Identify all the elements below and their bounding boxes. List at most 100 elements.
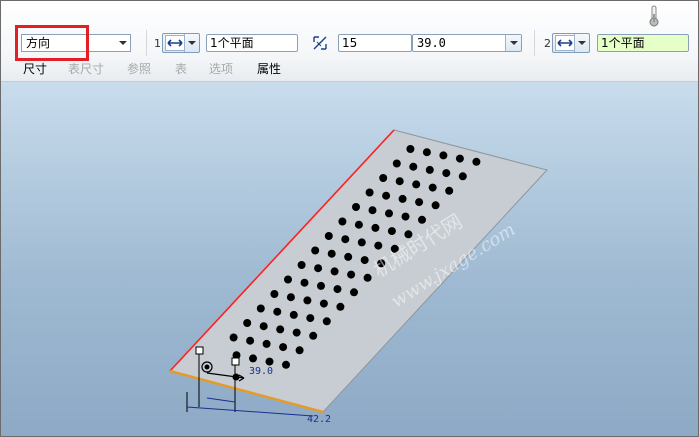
- hole: [336, 302, 345, 311]
- hole: [354, 220, 363, 229]
- hole: [357, 238, 366, 247]
- flip-direction-icon[interactable]: [311, 34, 329, 52]
- instance-count-field[interactable]: 15: [338, 34, 412, 52]
- direction-arrows-icon: [165, 35, 185, 51]
- hole: [297, 261, 306, 269]
- hole: [385, 209, 393, 218]
- drag-handle[interactable]: [195, 346, 204, 355]
- hole: [306, 314, 315, 323]
- hole: [256, 304, 265, 313]
- hole: [286, 293, 295, 302]
- hole: [289, 310, 298, 319]
- hole: [327, 249, 336, 258]
- drag-handle[interactable]: [231, 357, 240, 366]
- hole: [439, 151, 448, 160]
- divider: [146, 30, 147, 56]
- direction1-reference-value: 1个平面: [210, 36, 254, 50]
- divider: [534, 30, 535, 56]
- tab-table-dimensions[interactable]: 表尺寸: [68, 61, 104, 77]
- hole: [442, 169, 451, 178]
- tab-references[interactable]: 参照: [127, 61, 151, 77]
- hole: [282, 360, 290, 369]
- hole: [284, 275, 292, 284]
- hole: [445, 186, 454, 195]
- tab-table[interactable]: 表: [175, 61, 187, 77]
- hole: [382, 191, 391, 200]
- direction1-reference-field[interactable]: 1个平面: [206, 34, 298, 52]
- hole: [425, 165, 434, 174]
- hole: [379, 174, 388, 182]
- hole: [418, 215, 426, 224]
- hole: [401, 212, 410, 221]
- spacing-value: 39.0: [417, 36, 446, 50]
- hole: [341, 235, 350, 244]
- hole: [292, 328, 301, 337]
- hole: [392, 159, 401, 168]
- app-window: 方向 1 1个平面 15 39.0 2 1个平面 尺寸 表尺寸 参照 表 选项 …: [0, 0, 699, 437]
- hole: [387, 227, 396, 236]
- hole: [398, 194, 407, 203]
- hole: [229, 333, 238, 342]
- hole: [458, 172, 467, 181]
- chevron-down-icon[interactable]: [184, 34, 199, 52]
- hole: [374, 241, 383, 250]
- hole: [363, 273, 372, 282]
- pattern-anchor-dot: [204, 364, 210, 370]
- spacing-dropdown[interactable]: 39.0: [412, 34, 522, 52]
- hole: [311, 246, 320, 255]
- hole: [314, 264, 323, 273]
- dimension-label-1[interactable]: 39.0: [249, 366, 273, 377]
- hole: [309, 331, 318, 340]
- hole: [409, 162, 418, 171]
- direction1-index: 1: [154, 37, 161, 50]
- direction2-index: 2: [544, 37, 551, 50]
- hole: [273, 307, 282, 316]
- hole: [246, 336, 255, 345]
- hole: [270, 290, 279, 298]
- hole: [415, 198, 424, 207]
- annotation-highlight-box: [15, 25, 89, 61]
- direction2-reference-field[interactable]: 1个平面: [597, 34, 689, 52]
- hole: [428, 183, 437, 192]
- hole: [262, 339, 271, 348]
- tab-properties[interactable]: 属性: [257, 61, 281, 77]
- hole: [333, 285, 342, 294]
- chevron-down-icon[interactable]: [574, 34, 589, 52]
- hole: [324, 232, 333, 240]
- hole: [472, 157, 481, 166]
- hole: [243, 319, 252, 327]
- hole: [431, 201, 440, 210]
- chevron-down-icon[interactable]: [115, 35, 130, 51]
- hole: [455, 154, 464, 163]
- chevron-down-icon[interactable]: [505, 35, 521, 51]
- hole: [395, 177, 404, 186]
- hole: [319, 299, 328, 308]
- graphics-viewport[interactable]: 39.0 42.2 机械时代网 www.jxage.com: [1, 82, 698, 436]
- hole: [350, 288, 358, 297]
- tab-dimensions[interactable]: 尺寸: [23, 61, 47, 77]
- hole: [368, 206, 377, 215]
- hole: [295, 346, 304, 355]
- hole: [303, 296, 312, 305]
- hole: [249, 354, 257, 363]
- pattern-dashboard: 方向 1 1个平面 15 39.0 2 1个平面 尺寸 表尺寸 参照 表 选项 …: [1, 1, 698, 82]
- direction-arrows-icon: [555, 35, 575, 51]
- dashboard-tabs: 尺寸 表尺寸 参照 表 选项 属性: [1, 61, 698, 79]
- model-scene: 39.0 42.2 机械时代网 www.jxage.com: [169, 129, 548, 425]
- hole: [347, 270, 356, 279]
- hole: [300, 278, 309, 287]
- hole: [352, 203, 360, 211]
- hole: [330, 267, 339, 276]
- hole: [317, 281, 325, 290]
- hole: [412, 180, 421, 189]
- dimension-label-2[interactable]: 42.2: [307, 414, 331, 425]
- direction1-flip-button[interactable]: [162, 33, 200, 53]
- hole: [279, 343, 288, 352]
- perforated-plate[interactable]: [169, 129, 548, 413]
- thermometer-icon[interactable]: [647, 4, 661, 28]
- hole: [344, 252, 353, 261]
- direction2-flip-button[interactable]: [552, 33, 590, 53]
- hole: [365, 188, 374, 197]
- tab-options[interactable]: 选项: [209, 61, 233, 77]
- hole: [265, 357, 274, 366]
